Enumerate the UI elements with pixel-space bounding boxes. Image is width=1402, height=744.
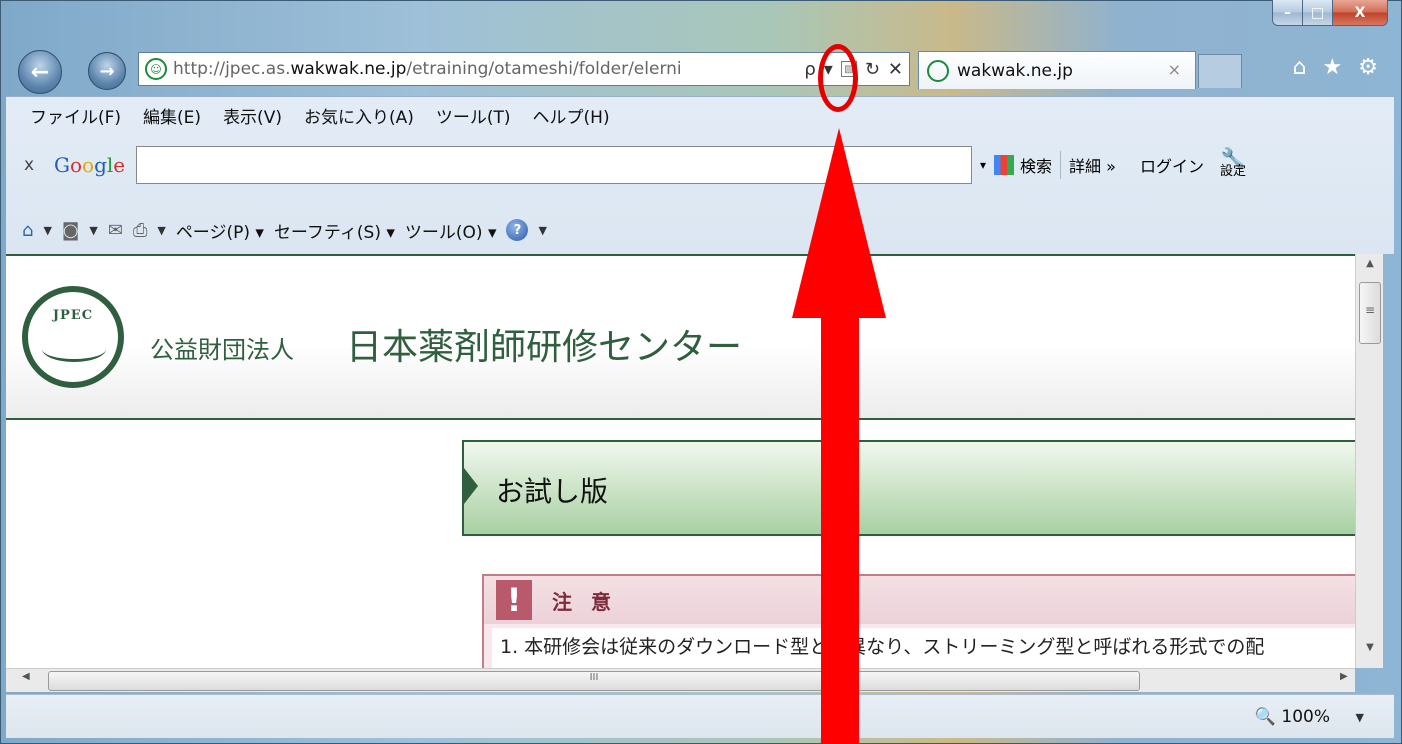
close-window-button[interactable]: X bbox=[1333, 0, 1387, 25]
logo-text: JPEC bbox=[52, 308, 94, 323]
annotation-arrow-head bbox=[792, 128, 886, 318]
minimize-button[interactable]: – bbox=[1273, 0, 1303, 25]
help-dropdown-icon[interactable]: ▼ bbox=[538, 224, 546, 237]
google-logo: Google bbox=[54, 153, 126, 177]
trial-banner: お試し版 bbox=[462, 440, 1355, 536]
tab-title: wakwak.ne.jp bbox=[957, 60, 1073, 81]
menu-tools[interactable]: ツール(T) bbox=[436, 103, 511, 128]
toolbar-right-icons: ⌂ ★ ⚙ bbox=[1293, 55, 1378, 80]
zoom-level[interactable]: 🔍 100% bbox=[1255, 707, 1330, 727]
tools-gear-icon[interactable]: ⚙ bbox=[1358, 55, 1378, 80]
new-tab-button[interactable] bbox=[1198, 54, 1242, 88]
url-host: wakwak.ne.jp bbox=[290, 59, 407, 79]
safety-menu-button[interactable]: セーフティ(S) ▾ bbox=[274, 218, 395, 243]
google-toolbar-separator bbox=[1060, 151, 1062, 179]
feeds-icon[interactable]: ◙ bbox=[62, 220, 79, 241]
site-header: JPEC 公益財団法人 日本薬剤師研修センター bbox=[6, 256, 1355, 420]
address-url[interactable]: http://jpec.as.wakwak.ne.jp/etraining/ot… bbox=[173, 59, 682, 79]
feeds-dropdown-icon[interactable]: ▼ bbox=[89, 224, 97, 237]
menu-favorites[interactable]: お気に入り(A) bbox=[304, 103, 414, 128]
horizontal-scroll-thumb[interactable]: III bbox=[48, 671, 1140, 691]
jpec-logo[interactable]: JPEC bbox=[22, 286, 124, 388]
site-favicon-icon: ☺ bbox=[145, 58, 167, 80]
scroll-left-icon[interactable]: ◀ bbox=[22, 671, 30, 682]
menu-bar: ファイル(F) 編集(E) 表示(V) お気に入り(A) ツール(T) ヘルプ(… bbox=[6, 97, 1394, 133]
google-search-label: 検索 bbox=[1020, 157, 1053, 176]
google-settings-label: 設定 bbox=[1219, 164, 1246, 179]
notice-title: 注 意 bbox=[552, 589, 617, 614]
notice-box: ! 注 意 1. 本研修会は従来のダウンロード型とは異なり、ストリーミング型と呼… bbox=[482, 574, 1355, 668]
help-icon[interactable]: ? bbox=[506, 219, 529, 241]
scroll-right-icon[interactable]: ▶ bbox=[1340, 671, 1348, 682]
tab-favicon-icon bbox=[927, 59, 949, 82]
back-button[interactable]: ← bbox=[18, 50, 62, 94]
url-prefix: http://jpec.as. bbox=[173, 59, 291, 79]
tab-close-icon[interactable]: × bbox=[1168, 60, 1181, 79]
window-caption-buttons: – □ X bbox=[1272, 0, 1388, 26]
annotation-ellipse bbox=[818, 44, 858, 112]
tools-menu-button[interactable]: ツール(O) ▾ bbox=[405, 218, 497, 243]
browser-tab[interactable]: wakwak.ne.jp × bbox=[918, 51, 1196, 89]
menu-help[interactable]: ヘルプ(H) bbox=[533, 103, 610, 128]
command-bar: ⌂ ▼ ◙ ▼ ✉ ⎙ ▼ ページ(P) ▾ セーフティ(S) ▾ ツール(O) ▾ … bbox=[6, 211, 1394, 249]
status-bar: 🔍 100% ▼ bbox=[6, 694, 1394, 738]
google-toolbar: x Google ▾ 検索 詳細 » ログイン 🔧 設定 bbox=[6, 137, 1394, 193]
print-icon[interactable]: ⎙ bbox=[133, 220, 147, 241]
google-toolbar-close-icon[interactable]: x bbox=[24, 155, 54, 175]
org-name: 日本薬剤師研修センター bbox=[346, 327, 743, 368]
forward-button[interactable]: → bbox=[88, 52, 126, 90]
org-type-label: 公益財団法人 bbox=[150, 336, 294, 364]
mail-icon[interactable]: ✉ bbox=[108, 220, 123, 241]
search-icon[interactable]: ρ bbox=[804, 59, 815, 80]
vertical-scroll-thumb[interactable]: ≡ bbox=[1359, 282, 1381, 344]
google-login-button[interactable]: ログイン bbox=[1140, 153, 1204, 177]
banner-title: お試し版 bbox=[496, 475, 609, 508]
menu-edit[interactable]: 編集(E) bbox=[143, 103, 201, 128]
scroll-up-icon[interactable]: ▲ bbox=[1356, 258, 1384, 280]
menu-view[interactable]: 表示(V) bbox=[223, 103, 282, 128]
scroll-down-icon[interactable]: ▼ bbox=[1356, 642, 1384, 664]
url-path: /etraining/otameshi/folder/elerni bbox=[406, 59, 682, 79]
warning-icon: ! bbox=[496, 580, 532, 620]
page-viewport: JPEC 公益財団法人 日本薬剤師研修センター お試し版 ! 注 意 1. 本研… bbox=[6, 254, 1355, 668]
menu-file[interactable]: ファイル(F) bbox=[30, 103, 121, 128]
home-icon[interactable]: ⌂ bbox=[1293, 55, 1307, 80]
vertical-scrollbar[interactable]: ▲ ≡ ▼ bbox=[1355, 254, 1383, 668]
annotation-arrow-shaft bbox=[821, 316, 859, 744]
home-icon[interactable]: ⌂ bbox=[22, 220, 33, 241]
google-search-dropdown-icon[interactable]: ▾ bbox=[980, 158, 986, 172]
banner-marker-icon bbox=[464, 468, 478, 504]
back-arrow-icon: ← bbox=[30, 59, 50, 85]
stop-icon[interactable]: ✕ bbox=[888, 59, 903, 80]
zoom-dropdown-icon[interactable]: ▼ bbox=[1356, 711, 1364, 724]
notice-header: ! 注 意 bbox=[484, 576, 1355, 624]
google-search-icon bbox=[994, 155, 1015, 175]
google-more-button[interactable]: 詳細 » bbox=[1069, 153, 1116, 177]
horizontal-scrollbar[interactable]: ◀ III ▶ bbox=[6, 668, 1355, 692]
address-bar[interactable]: ☺ http://jpec.as.wakwak.ne.jp/etraining/… bbox=[138, 52, 910, 86]
home-dropdown-icon[interactable]: ▼ bbox=[43, 224, 51, 237]
maximize-button[interactable]: □ bbox=[1303, 0, 1333, 25]
vertical-grip-icon: ≡ bbox=[1365, 303, 1376, 317]
horizontal-grip-icon: III bbox=[589, 672, 599, 683]
refresh-icon[interactable]: ↻ bbox=[865, 59, 880, 80]
notice-body: 1. 本研修会は従来のダウンロード型とは異なり、ストリーミング型と呼ばれる形式で… bbox=[492, 628, 1355, 668]
print-dropdown-icon[interactable]: ▼ bbox=[157, 224, 165, 237]
wrench-icon: 🔧 bbox=[1220, 146, 1246, 170]
forward-arrow-icon: → bbox=[99, 60, 115, 82]
browser-chrome: ファイル(F) 編集(E) 表示(V) お気に入り(A) ツール(T) ヘルプ(… bbox=[6, 96, 1394, 254]
google-settings-button[interactable]: 🔧 設定 bbox=[1219, 146, 1246, 179]
leaf-icon bbox=[42, 336, 106, 362]
page-menu-button[interactable]: ページ(P) ▾ bbox=[176, 218, 264, 243]
favorites-star-icon[interactable]: ★ bbox=[1323, 55, 1343, 80]
google-search-button[interactable]: 検索 bbox=[994, 153, 1052, 177]
